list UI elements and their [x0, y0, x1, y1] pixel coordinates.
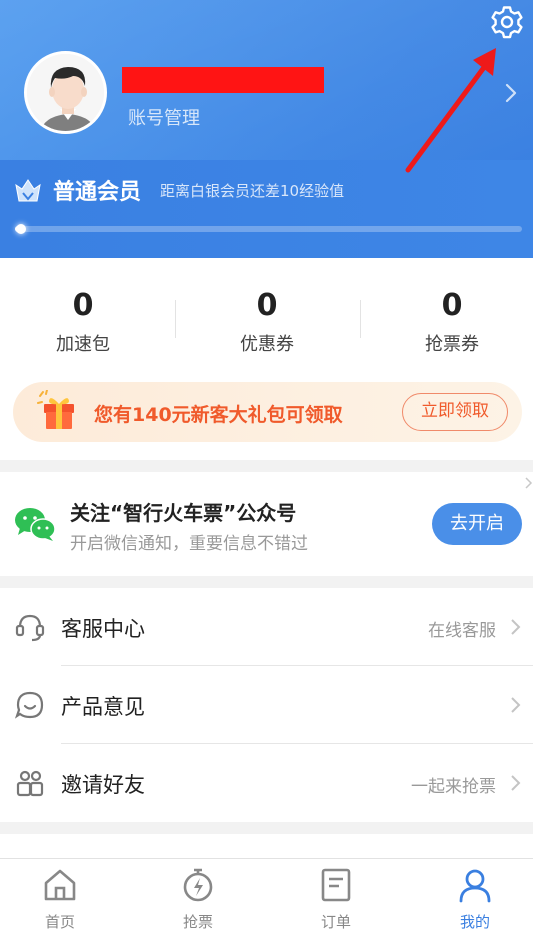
member-level: 普通会员 — [53, 180, 142, 205]
tab-label: 抢票 — [182, 913, 213, 930]
crown-badge-icon — [15, 179, 41, 202]
gift-banner-text: 您有140元新客大礼包可领取 — [94, 404, 343, 426]
wechat-card-title: 关注“智行火车票”公众号 — [70, 501, 297, 525]
menu-list: 客服中心 在线客服 产品意见 邀请好友 一起来抢票 — [0, 588, 533, 822]
stat-label: 抢票券 — [425, 334, 479, 355]
member-level-tip: 距离白银会员还差10经验值 — [160, 182, 345, 200]
tab-grab-ticket[interactable]: 抢票 — [138, 859, 258, 930]
stat-coupons[interactable]: 0 优惠券 — [197, 286, 337, 356]
stat-label: 优惠券 — [240, 334, 294, 355]
stat-ticket-vouchers[interactable]: 0 抢票券 — [382, 286, 522, 356]
profile-icon — [459, 869, 491, 903]
wechat-icon — [15, 508, 56, 541]
stat-label: 加速包 — [56, 334, 110, 355]
menu-item-aux-text: 一起来抢票 — [411, 777, 496, 797]
tab-orders[interactable]: 订单 — [276, 859, 396, 930]
chevron-right-icon — [511, 697, 521, 713]
home-icon — [44, 869, 76, 901]
tab-label: 我的 — [459, 913, 490, 930]
chevron-right-icon — [511, 619, 521, 635]
headset-icon — [15, 614, 45, 642]
tab-home[interactable]: 首页 — [0, 859, 120, 930]
settings-gear-icon[interactable] — [490, 5, 524, 39]
menu-item-aux-text: 在线客服 — [428, 621, 496, 641]
menu-item-label: 邀请好友 — [61, 773, 145, 797]
menu-item-feedback[interactable]: 产品意见 — [0, 666, 533, 744]
bottom-tab-bar: 首页 抢票 订单 我的 — [0, 858, 533, 930]
exp-progress-track — [15, 226, 522, 232]
feedback-icon — [15, 691, 44, 719]
divider — [175, 300, 176, 338]
tab-label: 订单 — [320, 913, 351, 930]
menu-item-invite-friends[interactable]: 邀请好友 一起来抢票 — [0, 744, 533, 822]
gift-box-icon — [37, 390, 74, 429]
menu-item-label: 客服中心 — [61, 617, 145, 641]
claim-now-button[interactable]: 立即领取 — [402, 393, 508, 431]
account-management-link[interactable]: 账号管理 — [128, 104, 200, 130]
order-icon — [321, 868, 351, 902]
stat-value: 0 — [256, 288, 278, 323]
divider — [360, 300, 361, 338]
stat-value: 0 — [72, 288, 94, 323]
menu-item-customer-service[interactable]: 客服中心 在线客服 — [0, 588, 533, 666]
chevron-right-icon — [511, 775, 521, 791]
friends-icon — [16, 770, 44, 797]
stat-speed-pack[interactable]: 0 加速包 — [13, 286, 153, 356]
wechat-card-subtitle: 开启微信通知，重要信息不错过 — [70, 534, 308, 554]
enable-wechat-button[interactable]: 去开启 — [432, 503, 522, 545]
menu-item-label: 产品意见 — [61, 695, 145, 719]
stopwatch-icon — [183, 868, 213, 902]
avatar[interactable] — [24, 51, 107, 134]
annotation-arrow-icon — [405, 48, 496, 173]
stat-value: 0 — [441, 288, 463, 323]
exp-progress-knob — [16, 224, 26, 234]
tab-label: 首页 — [44, 913, 75, 930]
username-redacted — [122, 67, 324, 93]
close-chevron-icon[interactable] — [524, 476, 533, 490]
tab-mine[interactable]: 我的 — [415, 859, 533, 930]
